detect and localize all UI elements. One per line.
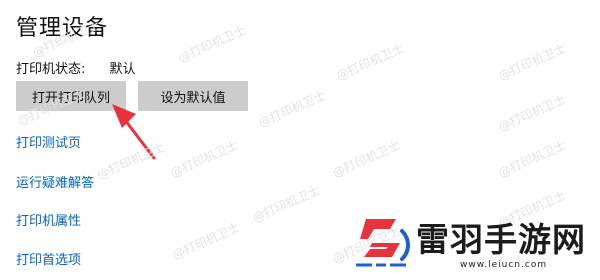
- watermark: @打印机卫士: [168, 137, 240, 180]
- printer-status-row: 打印机状态: 默认: [16, 58, 136, 77]
- print-test-page-link[interactable]: 打印测试页: [16, 132, 81, 151]
- logo-mark-icon: [356, 219, 410, 267]
- watermark: @打印机卫士: [496, 91, 568, 134]
- run-troubleshooter-link[interactable]: 运行疑难解答: [16, 172, 94, 191]
- watermark: @打印机卫士: [330, 137, 402, 180]
- logo-url-text: www.leiucn.com: [460, 260, 548, 270]
- logo-brand-text: 雷羽手游网: [416, 220, 586, 259]
- watermark: @打印机卫士: [496, 137, 568, 180]
- watermark: @打印机卫士: [170, 219, 242, 262]
- brand-logo: 雷羽手游网 www.leiucn.com: [352, 211, 592, 273]
- watermark: @打印机卫士: [176, 22, 248, 65]
- watermark: @打印机卫士: [250, 182, 322, 225]
- printing-preferences-link[interactable]: 打印首选项: [16, 249, 81, 268]
- printer-status-label: 打印机状态:: [16, 62, 86, 77]
- watermark: @打印机卫士: [334, 40, 406, 83]
- watermark: @打印机卫士: [256, 87, 328, 130]
- watermark: @打印机卫士: [496, 40, 568, 83]
- printer-status-value: 默认: [109, 62, 136, 77]
- printer-properties-link[interactable]: 打印机属性: [16, 210, 81, 229]
